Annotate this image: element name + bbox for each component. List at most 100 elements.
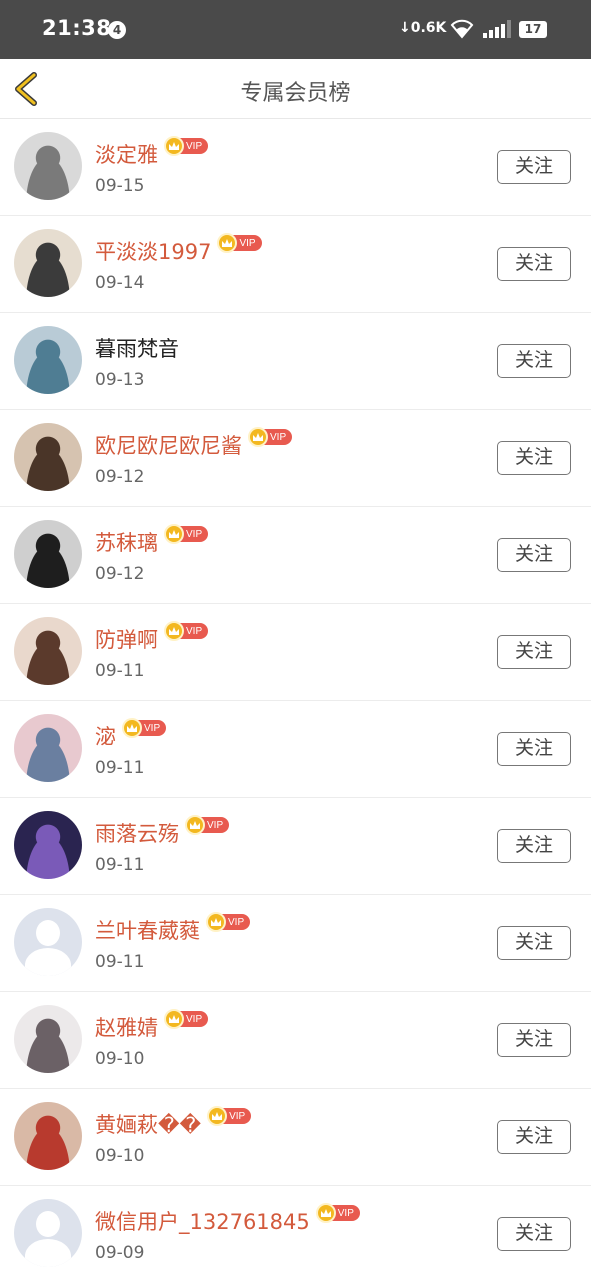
member-row[interactable]: 欧尼欧尼欧尼酱 VIP 09-12 关注 <box>0 410 591 507</box>
member-row[interactable]: 暮雨梵音 09-13 关注 <box>0 313 591 410</box>
follow-button[interactable]: 关注 <box>497 926 571 960</box>
notification-count-badge: 4 <box>108 21 126 39</box>
follow-button[interactable]: 关注 <box>497 344 571 378</box>
follow-button[interactable]: 关注 <box>497 538 571 572</box>
avatar[interactable] <box>14 811 82 879</box>
avatar[interactable] <box>14 617 82 685</box>
crown-icon <box>248 427 268 447</box>
vip-badge: VIP <box>164 1009 209 1029</box>
default-avatar-icon[interactable] <box>14 908 82 976</box>
member-row[interactable]: 防弹啊 VIP 09-11 关注 <box>0 604 591 701</box>
vip-label: VIP <box>270 431 287 443</box>
name-line: 黄婳萩�� VIP <box>95 1106 252 1139</box>
signal-icon <box>483 20 511 42</box>
name-line: 淡定雅 VIP <box>95 136 209 169</box>
vip-badge: VIP <box>206 912 251 932</box>
vip-label: VIP <box>207 819 224 831</box>
vip-badge: VIP <box>248 427 293 447</box>
member-name[interactable]: 赵雅婧 <box>95 1012 158 1042</box>
name-line: 赵雅婧 VIP <box>95 1009 209 1042</box>
avatar[interactable] <box>14 1102 82 1170</box>
member-row[interactable]: 淡定雅 VIP 09-15 关注 <box>0 119 591 216</box>
wifi-icon <box>450 19 474 43</box>
member-date: 09-11 <box>95 661 145 681</box>
follow-button[interactable]: 关注 <box>497 1120 571 1154</box>
status-time: 21:38 <box>42 16 112 40</box>
follow-button[interactable]: 关注 <box>497 732 571 766</box>
crown-icon <box>315 1203 336 1223</box>
vip-label: VIP <box>186 528 203 540</box>
member-row[interactable]: 淧 VIP 09-11 关注 <box>0 701 591 798</box>
follow-button[interactable]: 关注 <box>497 150 571 184</box>
member-row[interactable]: 微信用户_132761845 VIP 09-09 关注 <box>0 1186 591 1280</box>
crown-icon <box>206 912 226 932</box>
member-date: 09-10 <box>95 1049 145 1069</box>
follow-button[interactable]: 关注 <box>497 247 571 281</box>
member-name[interactable]: 雨落云殇 <box>95 818 179 848</box>
member-name[interactable]: 平淡淡1997 <box>95 236 211 266</box>
vip-label: VIP <box>337 1207 354 1219</box>
name-line: 欧尼欧尼欧尼酱 VIP <box>95 427 293 460</box>
member-date: 09-15 <box>95 176 145 196</box>
member-row[interactable]: 雨落云殇 VIP 09-11 关注 <box>0 798 591 895</box>
vip-label: VIP <box>229 1110 246 1122</box>
avatar[interactable] <box>14 326 82 394</box>
member-row[interactable]: 平淡淡1997 VIP 09-14 关注 <box>0 216 591 313</box>
avatar[interactable] <box>14 423 82 491</box>
vip-label: VIP <box>186 1013 203 1025</box>
name-line: 雨落云殇 VIP <box>95 815 230 848</box>
vip-badge: VIP <box>315 1203 360 1223</box>
avatar[interactable] <box>14 714 82 782</box>
follow-button[interactable]: 关注 <box>497 635 571 669</box>
avatar[interactable] <box>14 132 82 200</box>
member-row[interactable]: 赵雅婧 VIP 09-10 关注 <box>0 992 591 1089</box>
member-name[interactable]: 防弹啊 <box>95 624 158 654</box>
vip-badge: VIP <box>122 718 167 738</box>
vip-label: VIP <box>186 625 203 637</box>
vip-label: VIP <box>186 140 203 152</box>
name-line: 微信用户_132761845 VIP <box>95 1203 360 1236</box>
member-date: 09-13 <box>95 370 145 390</box>
member-name[interactable]: 欧尼欧尼欧尼酱 <box>95 430 242 460</box>
default-avatar-icon[interactable] <box>14 1199 82 1267</box>
vip-label: VIP <box>228 916 245 928</box>
follow-button[interactable]: 关注 <box>497 829 571 863</box>
member-date: 09-11 <box>95 855 145 875</box>
member-name[interactable]: 暮雨梵音 <box>95 333 179 363</box>
crown-icon <box>217 233 238 253</box>
status-bar: 21:38 4 ↓0.6K 17 <box>0 0 591 59</box>
avatar[interactable] <box>14 229 82 297</box>
crown-icon <box>122 718 142 738</box>
member-name[interactable]: 淧 <box>95 721 116 751</box>
name-line: 暮雨梵音 <box>95 333 179 363</box>
member-name[interactable]: 淡定雅 <box>95 139 158 169</box>
vip-label: VIP <box>239 237 256 249</box>
member-row[interactable]: 苏秣璃 VIP 09-12 关注 <box>0 507 591 604</box>
member-name[interactable]: 苏秣璃 <box>95 527 158 557</box>
crown-icon <box>164 136 184 156</box>
member-date: 09-14 <box>95 273 145 293</box>
crown-icon <box>164 1009 184 1029</box>
avatar[interactable] <box>14 520 82 588</box>
member-date: 09-11 <box>95 952 145 972</box>
follow-button[interactable]: 关注 <box>497 1023 571 1057</box>
follow-button[interactable]: 关注 <box>497 1217 571 1251</box>
name-line: 防弹啊 VIP <box>95 621 209 654</box>
name-line: 苏秣璃 VIP <box>95 524 209 557</box>
avatar[interactable] <box>14 1005 82 1073</box>
network-speed: ↓0.6K <box>399 20 447 36</box>
name-line: 淧 VIP <box>95 718 167 751</box>
member-name[interactable]: 黄婳萩�� <box>95 1109 201 1139</box>
member-row[interactable]: 黄婳萩�� VIP 09-10 关注 <box>0 1089 591 1186</box>
battery-icon: 17 <box>519 21 547 38</box>
follow-button[interactable]: 关注 <box>497 441 571 475</box>
member-name[interactable]: 微信用户_132761845 <box>95 1206 310 1236</box>
crown-icon <box>164 621 184 641</box>
vip-badge: VIP <box>164 621 209 641</box>
member-name[interactable]: 兰叶春葳蕤 <box>95 915 200 945</box>
name-line: 平淡淡1997 VIP <box>95 233 262 266</box>
crown-icon <box>185 815 205 835</box>
member-row[interactable]: 兰叶春葳蕤 VIP 09-11 关注 <box>0 895 591 992</box>
member-date: 09-10 <box>95 1146 145 1166</box>
vip-badge: VIP <box>217 233 262 253</box>
